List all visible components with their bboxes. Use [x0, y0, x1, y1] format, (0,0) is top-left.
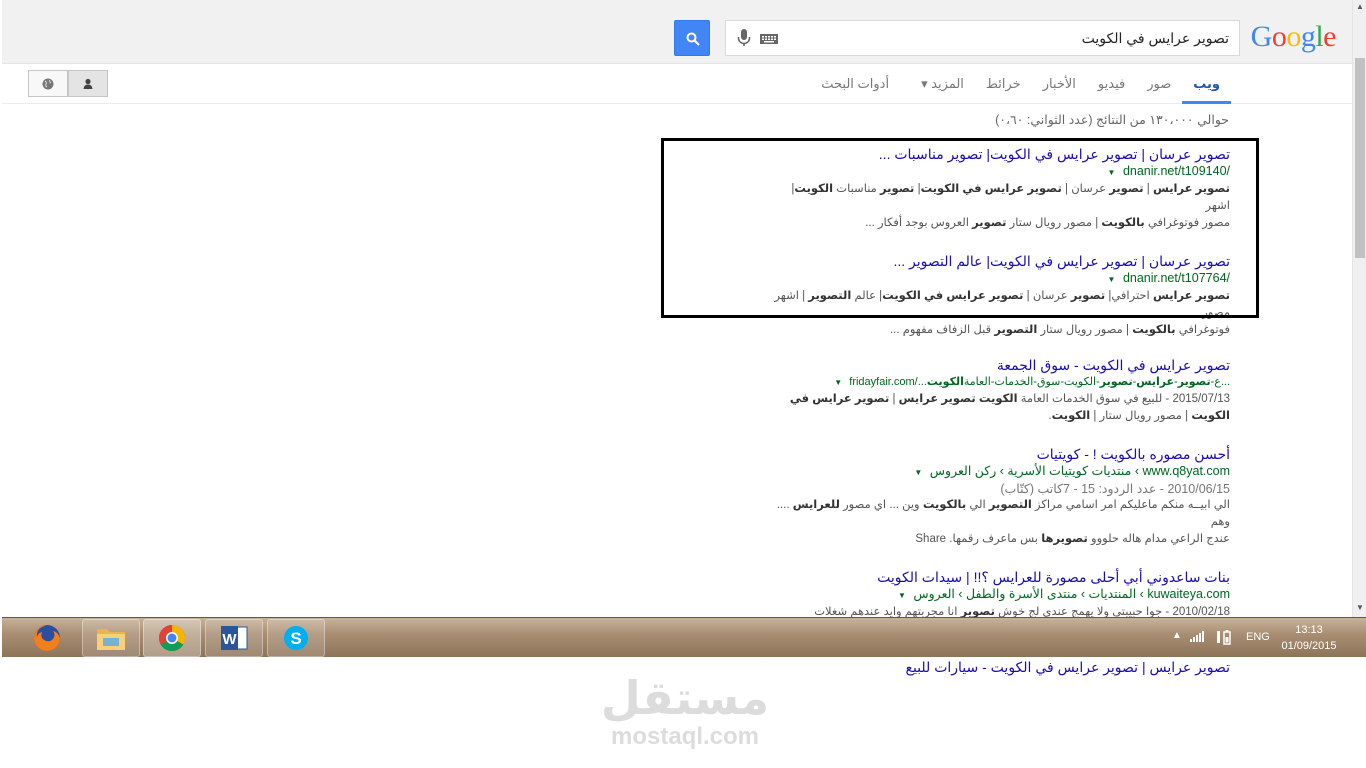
language-indicator[interactable]: ENG [1246, 631, 1270, 643]
result-url-text: kuwaiteya.com › المنتديات › منتدى الأسرة… [913, 587, 1230, 601]
result-title-link[interactable]: بنات ساعدوني أبي أحلى مصورة للعرايس ؟!! … [770, 569, 1230, 586]
tab-search-tools[interactable]: أدوات البحث [810, 64, 900, 104]
keyboard-icon[interactable] [760, 34, 778, 44]
google-logo[interactable]: Google [1251, 20, 1337, 54]
personal-results-toggle [28, 70, 108, 97]
watermark: مستقل mostaql.com [560, 672, 810, 750]
dropdown-arrow-icon[interactable]: ▼ [1108, 168, 1116, 177]
person-icon [83, 78, 93, 89]
search-result: تصوير عرسان | تصوير عرايس في الكويت| عال… [770, 253, 1230, 339]
tab-news[interactable]: الأخبار [1032, 64, 1087, 104]
watermark-latin: mostaql.com [610, 723, 760, 750]
clock-time[interactable]: 13:13 [1274, 624, 1344, 636]
result-url: ▼ dnanir.net/t109140/ [770, 163, 1230, 181]
result-url-text: dnanir.net/t109140/ [1122, 164, 1230, 178]
result-url: ▼ fridayfair.com/...ع-تصوير-عرايس-تصوير-… [770, 374, 1230, 391]
result-snippet: مصور فوتوغرافي بالكويت | مصور رويال ستار… [865, 217, 1230, 229]
folder-icon [97, 629, 125, 650]
svg-text:W: W [222, 631, 237, 648]
battery-icon[interactable] [1216, 629, 1232, 645]
tab-web[interactable]: ويب [1182, 64, 1231, 104]
result-snippet: تصوير عرايس | تصوير عرسان | تصوير عرايس … [791, 183, 1230, 212]
taskbar-file-explorer[interactable] [82, 619, 140, 657]
dropdown-arrow-icon[interactable]: ▼ [1108, 275, 1116, 284]
microphone-icon[interactable] [737, 29, 751, 47]
search-result: تصوير عرسان | تصوير عرايس في الكويت| تصو… [770, 146, 1230, 232]
svg-text:S: S [290, 629, 301, 648]
search-nav: ويب صور فيديو الأخبار خرائط المزيد ▾ أدو… [2, 64, 1352, 104]
windows-taskbar: W S ▲ ENG 13:13 01/09/2015 [2, 617, 1366, 657]
globe-icon [42, 78, 54, 89]
result-snippet: فوتوغرافي بالكويت | مصور رويال ستار التص… [889, 324, 1230, 336]
taskbar-word[interactable]: W [205, 619, 263, 657]
show-hidden-icons-icon[interactable]: ▲ [1172, 630, 1182, 641]
scroll-down-icon[interactable]: ▼ [1355, 603, 1365, 613]
result-date: 2010/06/15 - عدد الردود: 15 - 7كاتب (كتّ… [1000, 482, 1230, 496]
taskbar-firefox[interactable] [18, 619, 76, 657]
result-url: ▼ dnanir.net/t107764/ [770, 270, 1230, 288]
tab-images[interactable]: صور [1136, 64, 1182, 104]
tab-maps[interactable]: خرائط [975, 64, 1032, 104]
search-tabs: ويب صور فيديو الأخبار خرائط المزيد ▾ أدو… [810, 64, 1231, 104]
tab-videos[interactable]: فيديو [1087, 64, 1136, 104]
person-button[interactable] [68, 70, 108, 97]
result-title-link[interactable]: تصوير عرايس في الكويت - سوق الجمعة [770, 357, 1230, 374]
result-snippet: الي ابيــه منكم ماعليكم امر اسامي مراكز … [776, 499, 1230, 528]
result-snippet: الكويت | مصور رويال ستار | الكويت. [1048, 410, 1230, 422]
search-result: تصوير عرايس في الكويت - سوق الجمعة ▼ fri… [770, 357, 1230, 425]
result-url: kuwaiteya.com › المنتديات › منتدى الأسرة… [770, 586, 1230, 604]
search-input[interactable] [799, 21, 1239, 55]
result-title-link[interactable]: أحسن مصوره بالكويت ! - كويتيات [770, 446, 1230, 463]
taskbar-chrome[interactable] [143, 619, 201, 657]
results-list: تصوير عرسان | تصوير عرايس في الكويت| تصو… [770, 146, 1230, 697]
search-box [725, 20, 1240, 56]
dropdown-arrow-icon[interactable]: ▼ [834, 378, 842, 387]
results-stats: حوالي ١٣٠،٠٠٠ من النتائج (عدد الثواني: ٠… [995, 113, 1229, 127]
result-title-link[interactable]: تصوير عرسان | تصوير عرايس في الكويت| تصو… [770, 146, 1230, 163]
tab-more[interactable]: المزيد ▾ [910, 64, 975, 104]
clock-date[interactable]: 01/09/2015 [1274, 640, 1344, 652]
taskbar-skype[interactable]: S [267, 619, 325, 657]
result-url-text: fridayfair.com/...ع-تصوير-عرايس-تصوير-ال… [849, 376, 1230, 388]
search-result: أحسن مصوره بالكويت ! - كويتيات www.q8yat… [770, 446, 1230, 548]
result-url-text: www.q8yat.com › منتديات كويتيات الأسرية … [929, 464, 1230, 478]
network-signal-icon[interactable] [1190, 630, 1206, 642]
result-title-link[interactable]: تصوير عرسان | تصوير عرايس في الكويت| عال… [770, 253, 1231, 270]
google-header: Google [2, 0, 1366, 64]
skype-icon: S [284, 626, 308, 650]
result-snippet: 2015/07/13 - للبيع في سوق الخدمات العامة… [789, 393, 1230, 405]
scroll-up-icon[interactable]: ▲ [1355, 2, 1365, 12]
scroll-thumb[interactable] [1355, 58, 1365, 258]
watermark-arabic: مستقل [600, 672, 770, 724]
dropdown-arrow-icon[interactable]: ▼ [898, 591, 906, 600]
dropdown-arrow-icon[interactable]: ▼ [914, 468, 922, 477]
result-snippet: عندج الراعي مدام هاله حلووو تصويرها بس م… [915, 533, 1230, 545]
search-button[interactable] [674, 20, 710, 56]
system-tray: ▲ ENG 13:13 01/09/2015 [1166, 618, 1366, 658]
chrome-icon [158, 624, 186, 652]
firefox-icon [34, 625, 60, 651]
vertical-scrollbar[interactable]: ▲ ▼ [1352, 0, 1366, 617]
word-icon: W [221, 626, 248, 650]
search-icon [686, 32, 700, 46]
result-url: www.q8yat.com › منتديات كويتيات الأسرية … [770, 463, 1230, 481]
result-url-text: dnanir.net/t107764/ [1122, 271, 1230, 285]
result-title-link[interactable]: تصوير عرايس | تصوير عرايس في الكويت - سي… [770, 659, 1231, 676]
globe-button[interactable] [28, 70, 68, 97]
search-result: تصوير عرايس | تصوير عرايس في الكويت - سي… [770, 659, 1231, 676]
result-snippet: تصوير عرايس احترافي| تصوير عرسان | تصوير… [774, 290, 1230, 319]
